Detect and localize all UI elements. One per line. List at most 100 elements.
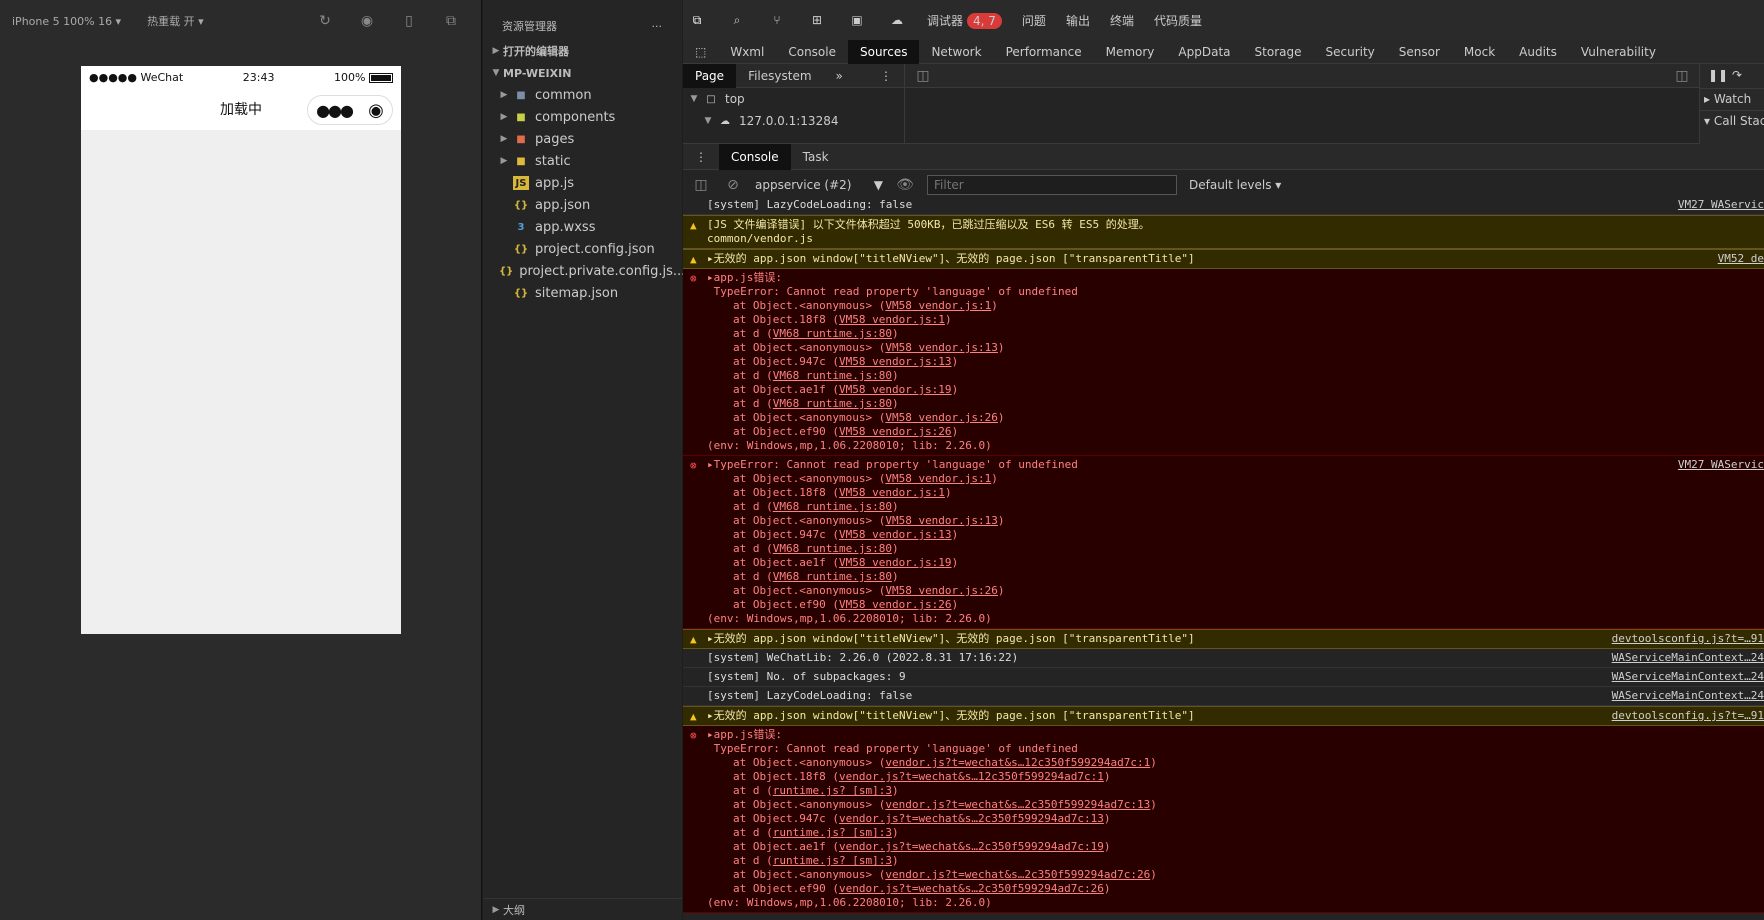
source-link[interactable]: VM27 WAServic — [1671, 458, 1764, 472]
source-link[interactable]: WAServiceMainContext…24 — [1605, 651, 1764, 665]
stack-frame-link[interactable]: VM68 runtime.js:80 — [773, 542, 892, 555]
stack-frame-link[interactable]: vendor.js?t=wechat&s…2c350f599294ad7c:26 — [885, 868, 1150, 881]
sidebar-toggle-icon[interactable]: ◫ — [691, 175, 711, 195]
tab-code-quality[interactable]: 代码质量 — [1154, 12, 1202, 29]
tree-file-project-config[interactable]: {} project.config.json — [497, 238, 682, 260]
more-dots-icon[interactable]: ●●● — [316, 101, 354, 120]
console-error-row[interactable]: ⊗ ▸app.js错误: TypeError: Cannot read prope… — [683, 269, 1764, 456]
pause-icon[interactable]: ❚❚ — [1708, 68, 1728, 82]
console-info-row[interactable]: [system] LazyCodeLoading: false VM27 WASe… — [683, 196, 1764, 215]
stack-frame-link[interactable]: VM58 vendor.js:1 — [839, 486, 945, 499]
stack-frame-link[interactable]: VM58 vendor.js:26 — [839, 598, 952, 611]
debug-icon[interactable]: ▣ — [847, 10, 867, 30]
stack-frame-link[interactable]: VM68 runtime.js:80 — [773, 570, 892, 583]
tab-memory[interactable]: Memory — [1094, 40, 1167, 64]
stack-frame-link[interactable]: VM58 vendor.js:13 — [839, 355, 952, 368]
tab-terminal[interactable]: 终端 — [1110, 12, 1134, 29]
tree-top[interactable]: ▼ □ top — [683, 88, 904, 110]
stack-frame-link[interactable]: vendor.js?t=wechat&s…12c350f599294ad7c:1 — [839, 770, 1104, 783]
stack-frame-link[interactable]: runtime.js? [sm]:3 — [773, 854, 892, 867]
tab-task[interactable]: Task — [791, 144, 841, 170]
tab-sensor[interactable]: Sensor — [1387, 40, 1452, 64]
tree-host[interactable]: ▼ ☁ 127.0.0.1:13284 — [683, 110, 904, 132]
clear-console-icon[interactable]: ⊘ — [723, 175, 743, 195]
tab-audits[interactable]: Audits — [1507, 40, 1569, 64]
copy-icon[interactable]: ⧉ — [687, 10, 707, 30]
project-section[interactable]: ▼ MP-WEIXIN — [483, 62, 682, 84]
stack-frame-link[interactable]: VM68 runtime.js:80 — [773, 327, 892, 340]
stack-frame-link[interactable]: VM58 vendor.js:13 — [885, 341, 998, 354]
more-tabs-icon[interactable]: » — [824, 64, 855, 88]
console-info-row[interactable]: [system] WeChatLib: 2.26.0 (2022.8.31 17… — [683, 649, 1764, 668]
source-link[interactable]: VM27 WAServic — [1671, 198, 1764, 212]
stack-frame-link[interactable]: vendor.js?t=wechat&s…2c350f599294ad7c:19 — [839, 840, 1104, 853]
tab-wxml[interactable]: Wxml — [718, 40, 776, 64]
source-link[interactable]: devtoolsconfig.js?t=…91 — [1605, 632, 1764, 646]
tree-file-sitemap[interactable]: {} sitemap.json — [497, 282, 682, 304]
log-levels-selector[interactable]: Default levels ▾ — [1189, 178, 1281, 192]
cloud-icon[interactable]: ☁ — [887, 10, 907, 30]
tab-output[interactable]: 输出 — [1066, 12, 1090, 29]
tab-vulnerability[interactable]: Vulnerability — [1569, 40, 1668, 64]
stack-frame-link[interactable]: VM68 runtime.js:80 — [773, 369, 892, 382]
console-error-row[interactable]: ⊗ ▸app.js错误: TypeError: Cannot read prope… — [683, 726, 1764, 913]
stack-frame-link[interactable]: VM58 vendor.js:1 — [885, 472, 991, 485]
source-link[interactable]: WAServiceMainContext…24 — [1605, 689, 1764, 703]
open-editors-section[interactable]: ▶ 打开的编辑器 — [483, 40, 682, 62]
console-filter-input[interactable] — [927, 174, 1177, 195]
watch-section[interactable]: ▸ Watch — [1700, 88, 1764, 110]
tree-folder-static[interactable]: ▶ ■ static — [497, 150, 682, 172]
stack-frame-link[interactable]: vendor.js?t=wechat&s…2c350f599294ad7c:13 — [885, 798, 1150, 811]
tab-filesystem[interactable]: Filesystem — [736, 64, 823, 88]
console-warning-row[interactable]: ▲ [JS 文件编译错误] 以下文件体积超过 500KB，已跳过压缩以及 ES6 … — [683, 215, 1764, 249]
tab-console[interactable]: Console — [776, 40, 848, 64]
stack-frame-link[interactable]: VM58 vendor.js:26 — [885, 411, 998, 424]
stack-frame-link[interactable]: VM68 runtime.js:80 — [773, 500, 892, 513]
window-icon[interactable]: ⧉ — [441, 11, 461, 31]
stack-frame-link[interactable]: VM58 vendor.js:19 — [839, 556, 952, 569]
stack-frame-link[interactable]: vendor.js?t=wechat&s…2c350f599294ad7c:13 — [839, 812, 1104, 825]
stack-frame-link[interactable]: vendor.js?t=wechat&s…2c350f599294ad7c:26 — [839, 882, 1104, 895]
tree-file-project-private-config[interactable]: {} project.private.config.js... — [497, 260, 685, 282]
stack-frame-link[interactable]: VM58 vendor.js:1 — [885, 299, 991, 312]
inspect-icon[interactable]: ⬚ — [683, 40, 718, 64]
phone-icon[interactable]: ▯ — [399, 11, 419, 31]
console-info-row[interactable]: [system] No. of subpackages: 9 WAServiceM… — [683, 668, 1764, 687]
search-icon[interactable]: ⌕ — [727, 10, 747, 30]
tree-folder-common[interactable]: ▶ ■ common — [497, 84, 682, 106]
stack-frame-link[interactable]: VM58 vendor.js:1 — [839, 313, 945, 326]
console-warning-row[interactable]: ▲ ▸无效的 app.json window["titleNView"]、无效的 … — [683, 629, 1764, 649]
branch-icon[interactable]: ⑂ — [767, 10, 787, 30]
stack-frame-link[interactable]: VM68 runtime.js:80 — [773, 397, 892, 410]
refresh-icon[interactable]: ↻ — [315, 11, 335, 31]
tree-file-app-json[interactable]: {} app.json — [497, 194, 682, 216]
step-over-icon[interactable]: ↷ — [1732, 68, 1742, 82]
toggle-debugger-icon[interactable]: ◫ — [1672, 66, 1692, 86]
stack-frame-link[interactable]: VM58 vendor.js:19 — [839, 383, 952, 396]
tab-page[interactable]: Page — [683, 63, 737, 88]
console-info-row[interactable]: [system] LazyCodeLoading: false WAService… — [683, 687, 1764, 706]
hot-reload-toggle[interactable]: 热重载 开 ▾ — [147, 13, 204, 29]
tab-console-drawer[interactable]: Console — [719, 143, 791, 170]
toggle-navigator-icon[interactable]: ◫ — [913, 66, 933, 86]
tab-performance[interactable]: Performance — [994, 40, 1094, 64]
tab-storage[interactable]: Storage — [1243, 40, 1314, 64]
tab-security[interactable]: Security — [1313, 40, 1386, 64]
tree-folder-components[interactable]: ▶ ■ components — [497, 106, 682, 128]
stack-frame-link[interactable]: vendor.js?t=wechat&s…12c350f599294ad7c:1 — [885, 756, 1150, 769]
explorer-more-button[interactable]: ··· — [652, 20, 663, 33]
capsule-button[interactable]: ●●● ◉ — [307, 95, 393, 125]
kebab-menu-icon[interactable]: ⋮ — [868, 64, 904, 88]
context-selector[interactable]: appservice (#2) ▼ — [755, 178, 883, 192]
tab-debugger[interactable]: 调试器 4, 7 — [927, 12, 1002, 29]
stack-frame-link[interactable]: VM58 vendor.js:26 — [885, 584, 998, 597]
outline-section[interactable]: ▶ 大纲 — [483, 898, 682, 920]
eye-icon[interactable]: 👁 — [895, 175, 915, 195]
tree-file-app-js[interactable]: JS app.js — [497, 172, 682, 194]
stack-frame-link[interactable]: runtime.js? [sm]:3 — [773, 826, 892, 839]
tab-sources[interactable]: Sources — [847, 39, 920, 64]
stack-frame-link[interactable]: runtime.js? [sm]:3 — [773, 784, 892, 797]
tab-appdata[interactable]: AppData — [1166, 40, 1242, 64]
stack-frame-link[interactable]: VM58 vendor.js:26 — [839, 425, 952, 438]
stack-frame-link[interactable]: VM58 vendor.js:13 — [885, 514, 998, 527]
